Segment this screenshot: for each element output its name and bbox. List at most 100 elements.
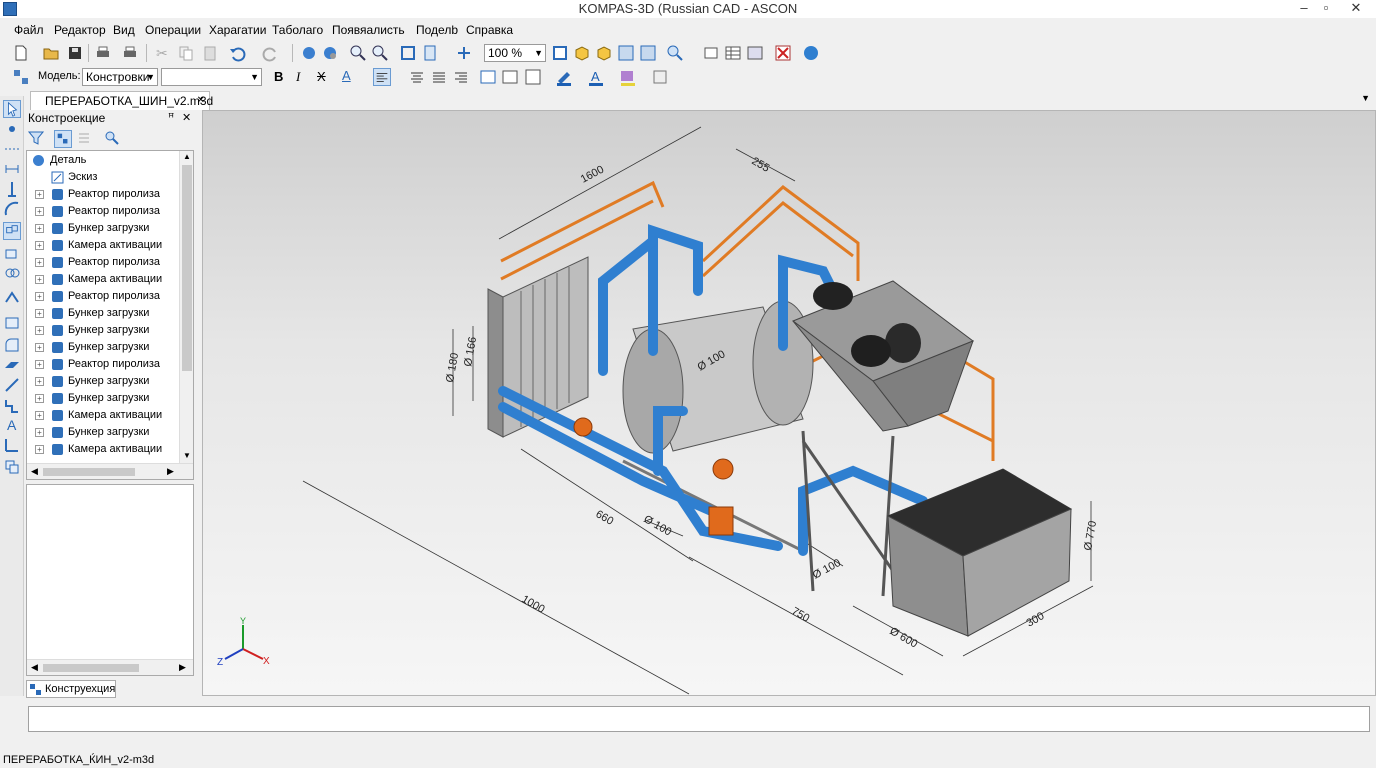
pan-icon[interactable]	[455, 44, 473, 62]
tree-item[interactable]: + Бункер загрузки	[27, 373, 179, 390]
panel-close-icon[interactable]: ✕	[182, 110, 191, 126]
document-tab[interactable]: ПЕРЕРАБОТКА_ШИН_v2.m3d ✕	[30, 91, 213, 110]
cut-icon[interactable]: ✂	[153, 44, 171, 62]
fill-color-icon[interactable]	[619, 68, 637, 86]
expand-icon[interactable]: +	[35, 292, 44, 301]
zoom-fit-icon[interactable]	[421, 44, 439, 62]
menu-view[interactable]: Вид	[113, 22, 135, 38]
strike-button[interactable]: X	[317, 69, 326, 84]
tree-item[interactable]: + Бункер загрузки	[27, 305, 179, 322]
tab-close-icon[interactable]: ✕	[197, 92, 205, 110]
tree-item[interactable]: + Камера активации	[27, 441, 179, 458]
expand-icon[interactable]: +	[35, 258, 44, 267]
tree-item[interactable]: + Бункер загрузки	[27, 322, 179, 339]
align-center-icon[interactable]	[408, 68, 426, 86]
pin-icon[interactable]: ꟸ	[168, 110, 174, 126]
annotation-icon[interactable]	[702, 44, 720, 62]
scroll-up-icon[interactable]: ▲	[183, 152, 191, 161]
revolve-icon[interactable]	[3, 264, 21, 282]
tree-structure-icon[interactable]	[54, 130, 72, 148]
tree-search-icon[interactable]	[104, 130, 120, 146]
paste-icon[interactable]	[201, 44, 219, 62]
view-front-icon[interactable]	[595, 44, 613, 62]
sweep-icon[interactable]	[3, 288, 21, 306]
expand-icon[interactable]: +	[35, 394, 44, 403]
search-icon[interactable]	[666, 44, 684, 62]
restore-button[interactable]: ▫	[1312, 0, 1340, 18]
zoom-select[interactable]: 100 % ▼	[484, 44, 546, 62]
tree-item[interactable]: + Камера активации	[27, 271, 179, 288]
scroll-left-icon[interactable]: ◀	[31, 466, 38, 477]
select-cursor-icon[interactable]	[3, 100, 21, 118]
insert-table-icon[interactable]	[501, 68, 519, 86]
model-select[interactable]: Констровки ▼	[82, 68, 158, 86]
menu-file[interactable]: Файл	[14, 22, 44, 38]
model-tree-icon[interactable]	[12, 68, 30, 86]
plane-icon[interactable]	[3, 356, 21, 374]
filter-icon[interactable]	[28, 130, 44, 146]
expand-icon[interactable]: +	[35, 275, 44, 284]
line-icon[interactable]	[3, 376, 21, 394]
expand-icon[interactable]: +	[35, 326, 44, 335]
expand-icon[interactable]: +	[35, 411, 44, 420]
scroll-thumb[interactable]	[182, 165, 192, 371]
tab-list-chevron-icon[interactable]: ▼	[1361, 93, 1370, 103]
tree-item[interactable]: + Реактор пиролиза	[27, 203, 179, 220]
tree-vscrollbar[interactable]: ▲ ▼	[179, 151, 193, 463]
expand-icon[interactable]: +	[35, 309, 44, 318]
save-icon[interactable]	[66, 44, 84, 62]
menu-characteristics[interactable]: Харагатии	[209, 22, 266, 38]
library-icon[interactable]	[3, 458, 21, 476]
line-color-icon[interactable]	[555, 68, 573, 86]
wireframe-icon[interactable]	[617, 44, 635, 62]
table-icon[interactable]	[724, 44, 742, 62]
expand-icon[interactable]: +	[35, 207, 44, 216]
model-canvas[interactable]: 1600 255 Ø 180 Ø 166 Ø 100 660 Ø 100 100…	[203, 111, 1376, 696]
print-icon[interactable]	[94, 44, 112, 62]
tree-item[interactable]: + Бункер загрузки	[27, 424, 179, 441]
scroll-down-icon[interactable]: ▼	[183, 451, 191, 460]
scroll-right-icon[interactable]: ▶	[167, 466, 174, 477]
windows-icon[interactable]	[746, 44, 764, 62]
font-color-icon[interactable]: A	[587, 68, 605, 86]
tree-item[interactable]: + Реактор пиролиза	[27, 254, 179, 271]
menu-tables[interactable]: Таболаго	[272, 22, 323, 38]
point-icon[interactable]	[3, 120, 21, 138]
scroll-left-icon[interactable]: ◀	[31, 662, 38, 673]
component-icon[interactable]	[3, 222, 21, 240]
model-viewport[interactable]: 1600 255 Ø 180 Ø 166 Ø 100 660 Ø 100 100…	[202, 110, 1376, 696]
view-iso-icon[interactable]	[573, 44, 591, 62]
properties-hscrollbar[interactable]: ◀ ▶	[27, 659, 193, 675]
menu-operations[interactable]: Операции	[145, 22, 201, 38]
italic-button[interactable]: I	[296, 69, 300, 85]
extrude-icon[interactable]	[3, 244, 21, 262]
new-file-icon[interactable]	[12, 44, 30, 62]
scroll-thumb[interactable]	[43, 468, 135, 476]
align-left-icon[interactable]	[373, 68, 391, 86]
menu-help[interactable]: Справка	[466, 22, 513, 38]
menu-model[interactable]: Поделb	[416, 22, 458, 38]
arc-icon[interactable]	[3, 200, 21, 218]
tree-item[interactable]: + Камера активации	[27, 237, 179, 254]
zoom-frame-icon[interactable]	[399, 44, 417, 62]
property-bar[interactable]	[28, 706, 1370, 732]
tree-item[interactable]: + Бункер загрузки	[27, 220, 179, 237]
menu-editor[interactable]: Редактор	[54, 22, 106, 38]
expand-icon[interactable]: +	[35, 428, 44, 437]
print-preview-icon[interactable]	[121, 44, 139, 62]
zoom-in-icon[interactable]	[349, 44, 367, 62]
grid-icon[interactable]	[524, 68, 542, 86]
shell-icon[interactable]	[3, 314, 21, 332]
zoom-out-icon[interactable]	[371, 44, 389, 62]
close-button[interactable]: ✕	[1342, 0, 1370, 18]
text-icon[interactable]: A	[3, 416, 21, 434]
tree-hscrollbar[interactable]: ◀ ▶	[27, 463, 193, 479]
frame-icon[interactable]	[651, 68, 669, 86]
expand-icon[interactable]: +	[35, 377, 44, 386]
dimension-icon[interactable]	[3, 160, 21, 178]
rebuild-all-icon[interactable]	[321, 44, 339, 62]
scroll-thumb[interactable]	[43, 664, 139, 672]
tree-item-sketch[interactable]: Эскиз	[27, 169, 179, 186]
expand-icon[interactable]: +	[35, 190, 44, 199]
measure-icon[interactable]	[3, 436, 21, 454]
